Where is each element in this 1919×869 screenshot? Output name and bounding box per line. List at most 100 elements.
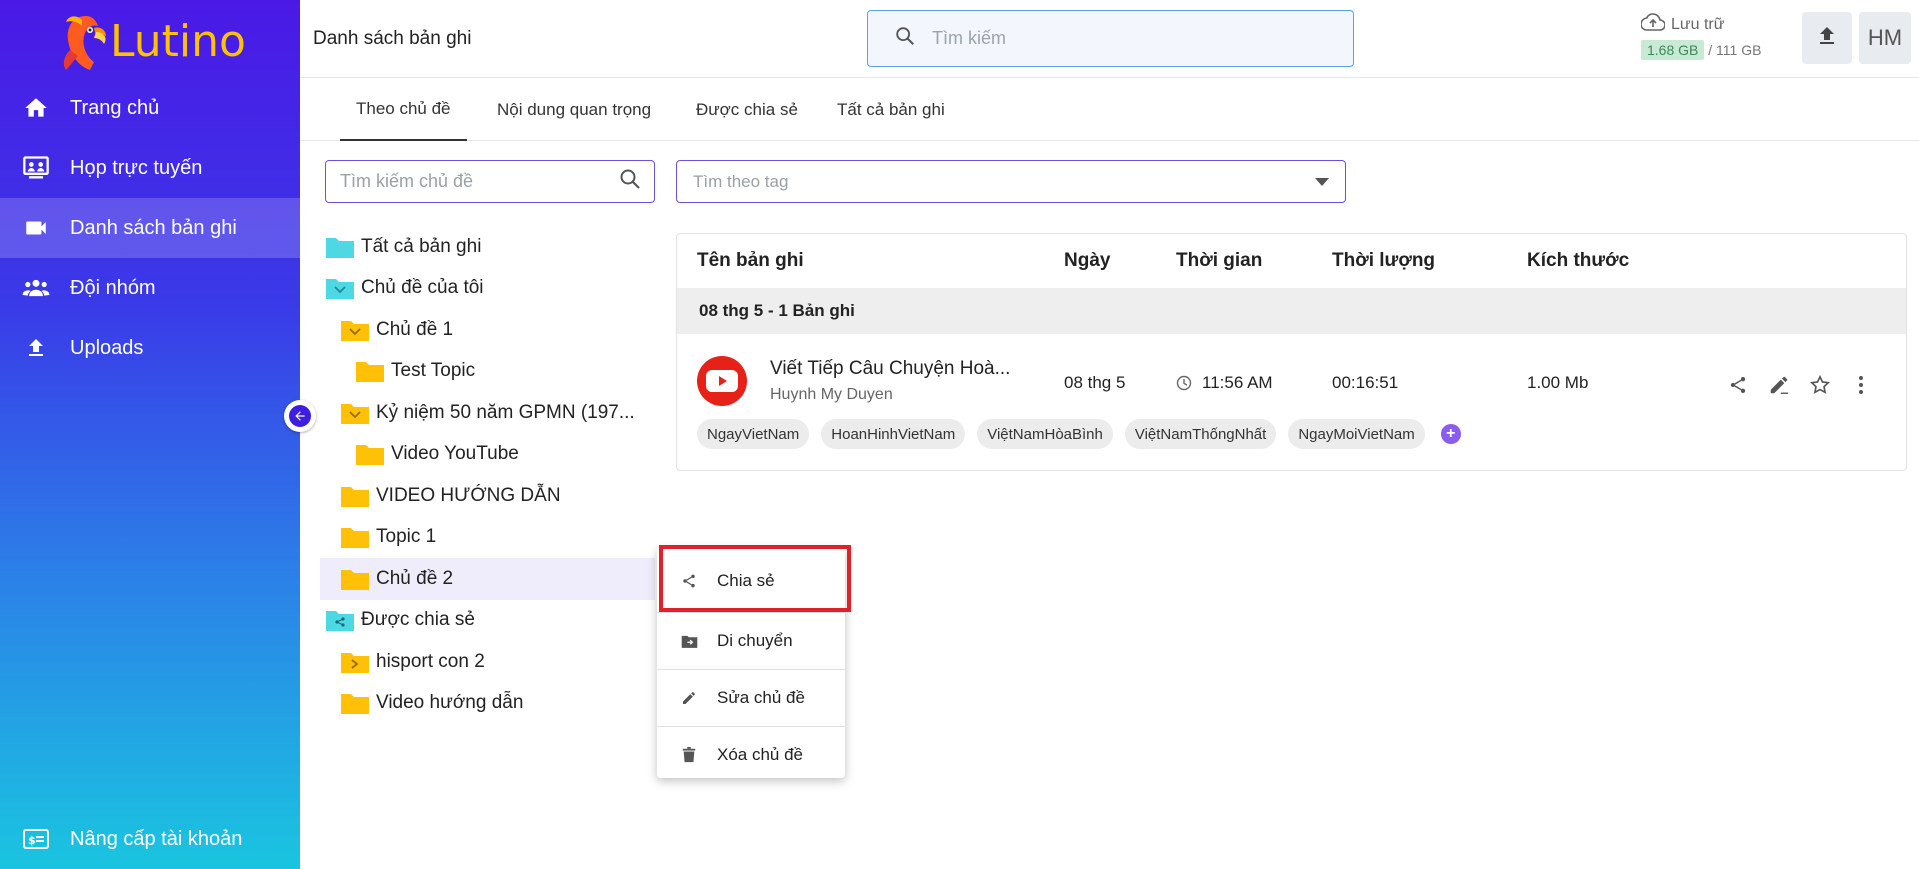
add-tag-icon[interactable]: +	[1440, 424, 1461, 444]
column-header-date[interactable]: Ngày	[1064, 250, 1110, 272]
tab-bar: Theo chủ đề Nội dung quan trọng Được chi…	[300, 79, 1919, 141]
folder-icon	[341, 486, 369, 507]
tab-shared[interactable]: Được chia sẻ	[696, 79, 798, 141]
parrot-logo-icon	[63, 16, 106, 70]
menu-item-delete[interactable]: Xóa chủ đề	[657, 727, 845, 783]
meeting-icon	[22, 154, 50, 182]
avatar[interactable]: HM	[1859, 12, 1911, 64]
column-header-name[interactable]: Tên bản ghi	[697, 250, 804, 272]
tree-item-label: Được chia sẻ	[361, 609, 475, 631]
sidebar-item-home[interactable]: Trang chủ	[0, 78, 300, 138]
topic-search-input[interactable]: Tìm kiếm chủ đề	[325, 160, 655, 203]
sidebar-nav: Trang chủ Họp trực tuyến Danh sách bản g…	[0, 78, 300, 378]
tag-select[interactable]: Tìm theo tag	[676, 160, 1346, 203]
menu-item-label: Di chuyển	[717, 631, 793, 650]
tree-item[interactable]: Kỷ niệm 50 năm GPMN (197...	[320, 392, 660, 434]
tree-item[interactable]: Tất cả bản ghi	[320, 226, 660, 268]
tree-item[interactable]: Test Topic	[320, 351, 660, 393]
column-header-size[interactable]: Kích thước	[1527, 250, 1629, 272]
upgrade-card-icon: $	[22, 825, 50, 853]
tree-item-label: Video hướng dẫn	[376, 692, 524, 714]
tag-chip[interactable]: NgayMoiVietNam	[1288, 419, 1425, 449]
sidebar-item-meeting[interactable]: Họp trực tuyến	[0, 138, 300, 198]
tree-item[interactable]: Chủ đề của tôi	[320, 268, 660, 310]
tag-chip[interactable]: NgayVietNam	[697, 419, 810, 449]
logo[interactable]: Lutino	[56, 10, 246, 72]
column-header-time[interactable]: Thời gian	[1176, 250, 1262, 272]
pencil-icon	[679, 688, 699, 708]
sidebar-item-uploads[interactable]: Uploads	[0, 318, 300, 378]
tree-item-label: Chủ đề 1	[376, 318, 454, 340]
tag-chip[interactable]: HoanHinhVietNam	[821, 419, 966, 449]
table-header: Tên bản ghi Ngày Thời gian Thời lượng Kí…	[677, 234, 1906, 288]
tab-by-topic[interactable]: Theo chủ đề	[340, 79, 467, 141]
menu-item-move[interactable]: Di chuyển	[657, 613, 845, 669]
more-vertical-icon[interactable]	[1850, 374, 1872, 396]
star-icon[interactable]	[1809, 374, 1831, 396]
tree-item-label: Kỷ niệm 50 năm GPMN (197...	[376, 401, 635, 423]
tree-item[interactable]: Video hướng dẫn	[320, 683, 660, 725]
table-row[interactable]: Viết Tiếp Câu Chuyện Hoà... Huynh My Duy…	[677, 334, 1906, 470]
column-header-duration[interactable]: Thời lượng	[1332, 250, 1435, 272]
search-input[interactable]: Tìm kiếm	[867, 10, 1354, 67]
brand-name: Lutino	[110, 15, 246, 67]
tree-item[interactable]: Được chia sẻ	[320, 600, 660, 642]
context-menu: Chia sẻ Di chuyển Sửa chủ đề Xóa chủ đề	[657, 548, 845, 778]
recording-time-cell: 11:56 AM	[1176, 373, 1273, 393]
team-icon	[22, 274, 50, 302]
caret-down-icon	[1315, 173, 1329, 191]
tag-chip[interactable]: ViệtNamThốngNhất	[1124, 419, 1277, 449]
share-icon[interactable]	[1727, 374, 1749, 396]
menu-item-edit[interactable]: Sửa chủ đề	[657, 670, 845, 726]
storage-used: 1.68 GB	[1641, 40, 1705, 60]
row-actions	[1727, 374, 1891, 396]
shared-folder-icon	[326, 611, 354, 632]
sidebar-item-label: Danh sách bản ghi	[70, 216, 237, 239]
tree-item[interactable]: Chủ đề 1	[320, 309, 660, 351]
trash-icon	[679, 745, 699, 765]
sidebar-item-label: Đội nhóm	[70, 276, 156, 299]
sidebar: Lutino Trang chủ Họp trực tuyến Danh sác…	[0, 0, 300, 869]
upload-icon	[1815, 24, 1839, 53]
folder-open-icon	[341, 320, 369, 341]
edit-icon[interactable]	[1768, 374, 1790, 396]
tab-all-recordings[interactable]: Tất cả bản ghi	[837, 79, 945, 141]
storage-label: Lưu trữ	[1671, 15, 1725, 33]
sidebar-item-team[interactable]: Đội nhóm	[0, 258, 300, 318]
recording-title[interactable]: Viết Tiếp Câu Chuyện Hoà...	[770, 358, 1010, 380]
recording-owner: Huynh My Duyen	[770, 386, 893, 403]
folder-open-icon	[341, 403, 369, 424]
tree-item[interactable]: hisport con 2	[320, 641, 660, 683]
sidebar-item-label: Họp trực tuyến	[70, 156, 203, 179]
topic-search-placeholder: Tìm kiếm chủ đề	[340, 171, 474, 191]
tree-item-label: Chủ đề của tôi	[361, 277, 484, 299]
sidebar-item-recordings[interactable]: Danh sách bản ghi	[0, 198, 300, 258]
collapse-sidebar-button[interactable]	[284, 400, 316, 432]
tree-item[interactable]: Video YouTube	[320, 434, 660, 476]
video-camera-icon	[22, 214, 50, 242]
upgrade-account-label: Nâng cấp tài khoản	[70, 827, 243, 850]
tree-item[interactable]: Topic 1	[320, 517, 660, 559]
menu-item-share[interactable]: Chia sẻ	[657, 550, 845, 612]
clock-icon	[1176, 375, 1192, 391]
folder-icon	[326, 237, 354, 258]
cloud-upload-icon	[1640, 13, 1666, 36]
recording-duration: 00:16:51	[1332, 373, 1399, 392]
recording-size: 1.00 Mb	[1527, 373, 1589, 392]
sidebar-item-label: Uploads	[70, 336, 144, 359]
tree-item[interactable]: VIDEO HƯỚNG DẪN	[320, 475, 660, 517]
folder-icon	[341, 694, 369, 715]
upload-button[interactable]	[1802, 12, 1852, 64]
tag-select-placeholder: Tìm theo tag	[693, 171, 789, 191]
tree-item-label: Tất cả bản ghi	[361, 235, 482, 257]
tab-important[interactable]: Nội dung quan trọng	[497, 79, 651, 141]
tree-item-selected[interactable]: Chủ đề 2	[320, 558, 655, 600]
search-placeholder: Tìm kiếm	[932, 28, 1006, 48]
upgrade-account-button[interactable]: $ Nâng cấp tài khoản	[0, 809, 300, 869]
folder-open-icon	[326, 279, 354, 300]
tree-item-label: Topic 1	[376, 526, 437, 548]
upload-icon	[22, 334, 50, 362]
tag-chip[interactable]: ViệtNamHòaBình	[977, 419, 1113, 449]
arrow-left-icon	[289, 405, 311, 427]
youtube-icon	[697, 356, 747, 406]
